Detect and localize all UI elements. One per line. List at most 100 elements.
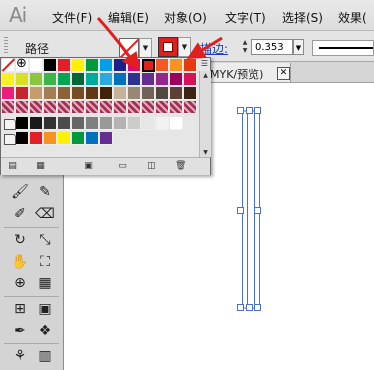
document-tab[interactable]: MYK/预览) ✕ (210, 63, 291, 82)
color-swatch[interactable] (16, 87, 29, 100)
group-color-swatch[interactable] (72, 132, 85, 145)
color-swatch[interactable] (72, 87, 85, 100)
color-swatch[interactable] (44, 59, 57, 72)
color-swatch[interactable] (114, 87, 127, 100)
color-swatch[interactable] (58, 59, 71, 72)
color-swatch[interactable] (156, 73, 169, 86)
menu-object[interactable]: 对象(O) (164, 9, 207, 26)
color-swatch[interactable] (128, 59, 141, 72)
group-color-swatch[interactable] (100, 132, 113, 145)
column-graph-icon[interactable]: ▥ (35, 346, 55, 366)
gray-swatch[interactable] (100, 117, 113, 130)
color-swatch[interactable] (128, 73, 141, 86)
stroke-weight-input[interactable]: 0.353 (251, 39, 293, 55)
delete-swatch-icon[interactable]: 🗑 (175, 161, 186, 171)
stroke-label[interactable]: 描边: (200, 40, 228, 57)
rotate-icon[interactable]: ↻ (10, 230, 30, 250)
panel-grip[interactable] (4, 37, 8, 55)
pattern-swatch[interactable] (58, 101, 71, 114)
gray-swatch[interactable] (86, 117, 99, 130)
color-swatch[interactable] (156, 59, 169, 72)
blob-brush-icon[interactable]: ✐ (10, 204, 30, 224)
color-swatch[interactable] (30, 87, 43, 100)
close-icon[interactable]: ✕ (277, 67, 290, 80)
gray-swatch[interactable] (30, 117, 43, 130)
color-swatch[interactable] (86, 73, 99, 86)
swatch-scrollbar[interactable]: ▲ ▼ (199, 71, 211, 157)
paintbrush-icon[interactable]: 🖌 (10, 182, 30, 202)
color-swatch[interactable] (142, 73, 155, 86)
color-swatch[interactable] (128, 87, 141, 100)
gray-swatch[interactable] (114, 117, 127, 130)
color-swatch[interactable] (100, 87, 113, 100)
swatch-options-icon[interactable]: ▣ (83, 161, 94, 171)
color-swatch[interactable] (100, 59, 113, 72)
gray-swatch[interactable] (16, 117, 29, 130)
group-color-swatch[interactable] (16, 132, 29, 145)
pattern-swatch[interactable] (2, 101, 15, 114)
gray-swatch[interactable] (44, 117, 57, 130)
graph-icon[interactable]: ▦ (35, 273, 55, 293)
pattern-swatch[interactable] (16, 101, 29, 114)
eraser-icon[interactable]: ⌫ (35, 204, 55, 224)
group-color-swatch[interactable] (44, 132, 57, 145)
swatch-libraries-icon[interactable]: ▤ (7, 161, 18, 171)
pattern-swatch[interactable] (100, 101, 113, 114)
stroke-weight-stepper[interactable]: ▲ ▼ (240, 39, 250, 55)
show-swatch-kinds-icon[interactable]: ▦ (35, 161, 46, 171)
pattern-swatch[interactable] (44, 101, 57, 114)
gray-swatch[interactable] (72, 117, 85, 130)
gradient-icon[interactable]: ▣ (35, 299, 55, 319)
color-swatch[interactable] (170, 59, 183, 72)
color-swatch[interactable] (184, 87, 197, 100)
color-swatch[interactable] (170, 73, 183, 86)
gray-swatch[interactable] (170, 117, 183, 130)
pattern-swatch[interactable] (128, 101, 141, 114)
menu-effect[interactable]: 效果( (338, 9, 367, 26)
color-swatch[interactable] (86, 87, 99, 100)
color-swatch[interactable] (142, 87, 155, 100)
pattern-swatch[interactable] (184, 101, 197, 114)
color-swatch[interactable] (2, 73, 15, 86)
color-swatch[interactable] (114, 73, 127, 86)
new-swatch-icon[interactable]: ◫ (146, 161, 157, 171)
stroke-weight-dropdown[interactable]: ▼ (293, 39, 304, 55)
eyedropper-icon[interactable]: ✒ (10, 321, 30, 341)
free-transform-icon[interactable]: ⛶ (35, 252, 55, 272)
color-swatch[interactable] (30, 73, 43, 86)
stroke-dropdown-arrow[interactable]: ▼ (178, 37, 191, 57)
color-swatch[interactable] (30, 59, 43, 72)
scale-icon[interactable]: ⤡ (35, 230, 55, 250)
gray-swatch[interactable] (156, 117, 169, 130)
color-swatch[interactable] (44, 87, 57, 100)
color-swatch[interactable] (184, 73, 197, 86)
pattern-swatch[interactable] (72, 101, 85, 114)
color-swatch[interactable] (156, 87, 169, 100)
color-swatch[interactable] (72, 59, 85, 72)
menu-select[interactable]: 选择(S) (282, 9, 323, 26)
pattern-swatch[interactable] (30, 101, 43, 114)
color-swatch[interactable] (170, 87, 183, 100)
scroll-down-icon[interactable]: ▼ (200, 148, 211, 157)
group-color-swatch[interactable] (58, 132, 71, 145)
color-group-folder-icon[interactable] (4, 134, 16, 145)
gray-swatch[interactable] (128, 117, 141, 130)
pattern-swatch[interactable] (114, 101, 127, 114)
color-swatch[interactable] (2, 87, 15, 100)
color-swatch[interactable] (72, 73, 85, 86)
stroke-style-preview[interactable] (312, 40, 374, 56)
pattern-swatch[interactable] (142, 101, 155, 114)
color-swatch[interactable] (44, 73, 57, 86)
color-swatch[interactable] (58, 73, 71, 86)
color-swatch[interactable] (114, 59, 127, 72)
color-swatch[interactable] (58, 87, 71, 100)
panel-menu-icon[interactable]: ☰ (199, 59, 210, 69)
gray-swatch[interactable] (142, 117, 155, 130)
pattern-swatch[interactable] (156, 101, 169, 114)
symbol-icon[interactable]: ⚘ (10, 346, 30, 366)
new-color-group-icon[interactable]: ▭ (117, 161, 128, 171)
menu-file[interactable]: 文件(F) (52, 9, 92, 26)
color-swatch[interactable] (142, 59, 155, 72)
symbol-sprayer-icon[interactable]: ⊕ (10, 273, 30, 293)
scroll-up-icon[interactable]: ▲ (200, 71, 211, 80)
